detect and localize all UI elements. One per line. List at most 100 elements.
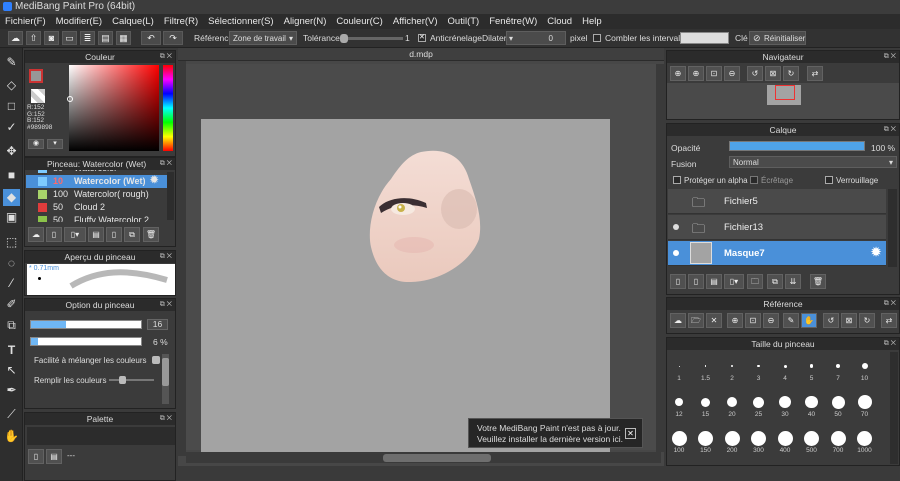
- hand-tool-icon[interactable]: ✋: [3, 428, 20, 445]
- brush-size-dot[interactable]: [704, 365, 707, 367]
- brush-list-item[interactable]: 50 Cloud 2: [26, 201, 174, 214]
- background-color-swatch[interactable]: [31, 89, 45, 103]
- hue-slider[interactable]: [163, 65, 173, 151]
- magic-wand-tool-icon[interactable]: ⁄: [3, 275, 20, 292]
- flip-icon[interactable]: ⇄: [807, 66, 823, 81]
- new-layer-icon[interactable]: ▯: [670, 274, 686, 289]
- layer-row-fichier5[interactable]: 🗀 Fichier5: [668, 189, 886, 214]
- brush-size-scrollbar[interactable]: [890, 352, 898, 464]
- actual-size-icon[interactable]: ⊠: [841, 313, 857, 328]
- scrollbar-thumb[interactable]: [162, 358, 169, 386]
- trash-icon[interactable]: 🗑: [143, 227, 159, 242]
- color-mix-handle[interactable]: [152, 356, 160, 364]
- panel-window-icons[interactable]: ⧉ ✕: [160, 299, 172, 311]
- new-brush-icon[interactable]: ▯: [46, 227, 62, 242]
- horizontal-scrollbar[interactable]: [186, 452, 661, 463]
- brush-size-dot[interactable]: [777, 430, 793, 446]
- brush-size-dot[interactable]: [671, 430, 687, 446]
- panel-window-icons[interactable]: ⧉ ✕: [160, 158, 172, 170]
- rotate-left-icon[interactable]: ↺: [823, 313, 839, 328]
- layer-opacity-slider[interactable]: [729, 141, 865, 151]
- saturation-value-picker[interactable]: [67, 65, 159, 151]
- menu-item[interactable]: Couleur(C): [331, 16, 387, 27]
- brush-size-dot[interactable]: [783, 364, 787, 368]
- undo-button[interactable]: ↶: [141, 31, 161, 45]
- navigator-viewport-frame[interactable]: [775, 85, 795, 100]
- brush-option-scrollbar[interactable]: [162, 354, 169, 404]
- redo-button[interactable]: ↷: [163, 31, 183, 45]
- brush-copy-icon[interactable]: ▯: [106, 227, 122, 242]
- brush-size-dot[interactable]: [831, 395, 845, 409]
- cloud-ref-icon[interactable]: ☁: [670, 313, 686, 328]
- new-halftone-layer-icon[interactable]: ▤: [706, 274, 722, 289]
- menu-item[interactable]: Aligner(N): [279, 16, 332, 27]
- brush-list-item[interactable]: 50 Fluffy Watercolor 2: [26, 214, 174, 222]
- brush-settings-icon[interactable]: ▤: [88, 227, 104, 242]
- select-tool-icon[interactable]: ⬚: [3, 234, 20, 251]
- brush-size-dot[interactable]: [809, 364, 814, 368]
- zoom-in-icon[interactable]: ⊕: [727, 313, 743, 328]
- fill-gaps-field[interactable]: [680, 32, 729, 44]
- protect-alpha-checkbox[interactable]: [673, 176, 681, 184]
- menu-item[interactable]: Help: [577, 16, 607, 27]
- lock-checkbox[interactable]: [825, 176, 833, 184]
- brush-size-dot[interactable]: [698, 430, 713, 446]
- tolerance-slider[interactable]: [340, 34, 403, 43]
- clipping-checkbox[interactable]: [750, 176, 758, 184]
- panel-window-icons[interactable]: ⧉ ✕: [160, 413, 172, 425]
- gear-icon[interactable]: ✹: [150, 175, 158, 186]
- brush-size-dot[interactable]: [701, 397, 710, 407]
- menu-item[interactable]: Sélectionner(S): [203, 16, 278, 27]
- brush-duplicate-icon[interactable]: ⧉: [124, 227, 140, 242]
- vertical-scrollbar[interactable]: [656, 64, 664, 452]
- palette-settings-icon[interactable]: ▤: [46, 449, 62, 464]
- duplicate-layer-icon[interactable]: ⧉: [767, 274, 783, 289]
- reference-select[interactable]: Zone de travail ▾: [229, 31, 297, 45]
- pen-tool-icon[interactable]: ✓: [3, 119, 20, 136]
- comment-icon[interactable]: ▭: [62, 31, 77, 45]
- merge-layer-icon[interactable]: ⇊: [785, 274, 801, 289]
- upload-icon[interactable]: ⇧: [26, 31, 41, 45]
- rectangle-tool-icon[interactable]: □: [3, 98, 20, 115]
- fill-colors-slider[interactable]: [109, 376, 154, 384]
- close-ref-icon[interactable]: ✕: [706, 313, 722, 328]
- rotate-right-icon[interactable]: ↻: [783, 66, 799, 81]
- fill-rect-tool-icon[interactable]: ■: [3, 167, 20, 184]
- menu-item[interactable]: Fichier(F): [0, 16, 51, 27]
- actual-size-icon[interactable]: ⊠: [765, 66, 781, 81]
- brush-size-dot[interactable]: [724, 430, 740, 446]
- document-tab[interactable]: d.mdp: [178, 48, 664, 61]
- menu-item[interactable]: Filtre(R): [159, 16, 203, 27]
- move-tool-icon[interactable]: ✥: [3, 143, 20, 160]
- add-layer-dropdown-icon[interactable]: ▯▾: [724, 274, 744, 289]
- panel-window-icons[interactable]: ⧉ ✕: [884, 338, 896, 350]
- layer-row-masque7[interactable]: Masque7 ✹: [668, 241, 886, 266]
- zoom-out-icon[interactable]: ⊖: [724, 66, 740, 81]
- brush-size-dot[interactable]: [805, 395, 818, 409]
- cloud-brush-icon[interactable]: ☁: [28, 227, 44, 242]
- brush-size-dot[interactable]: [857, 430, 872, 446]
- eyedropper-icon[interactable]: ✎: [783, 313, 799, 328]
- panel-window-icons[interactable]: ⧉ ✕: [884, 124, 896, 136]
- brush-size-dot[interactable]: [861, 363, 868, 369]
- panel-window-icons[interactable]: ⧉ ✕: [160, 51, 172, 63]
- menu-item[interactable]: Calque(L): [107, 16, 159, 27]
- rotate-right-icon[interactable]: ↻: [859, 313, 875, 328]
- antialias-checkbox[interactable]: [418, 33, 426, 42]
- menu-item[interactable]: Outil(T): [443, 16, 485, 27]
- menu-item[interactable]: Modifier(E): [51, 16, 107, 27]
- tolerance-slider-handle[interactable]: [340, 34, 348, 43]
- operation-tool-icon[interactable]: ↖: [3, 362, 20, 379]
- delete-layer-icon[interactable]: 🗑: [810, 274, 826, 289]
- document-page[interactable]: [201, 119, 610, 454]
- brush-size-dot[interactable]: [751, 430, 766, 446]
- panel-window-icons[interactable]: ⧉ ✕: [884, 51, 896, 63]
- brush-size-dot[interactable]: [678, 365, 680, 367]
- fit-icon[interactable]: ⊡: [706, 66, 722, 81]
- document-icon[interactable]: ≣: [80, 31, 95, 45]
- eyedropper-icon[interactable]: ⟋: [3, 406, 20, 423]
- fit-icon[interactable]: ⊡: [745, 313, 761, 328]
- navigator-preview[interactable]: [667, 83, 899, 119]
- panel-window-icons[interactable]: ⧉ ✕: [884, 298, 896, 310]
- brush-size-dot[interactable]: [731, 365, 733, 367]
